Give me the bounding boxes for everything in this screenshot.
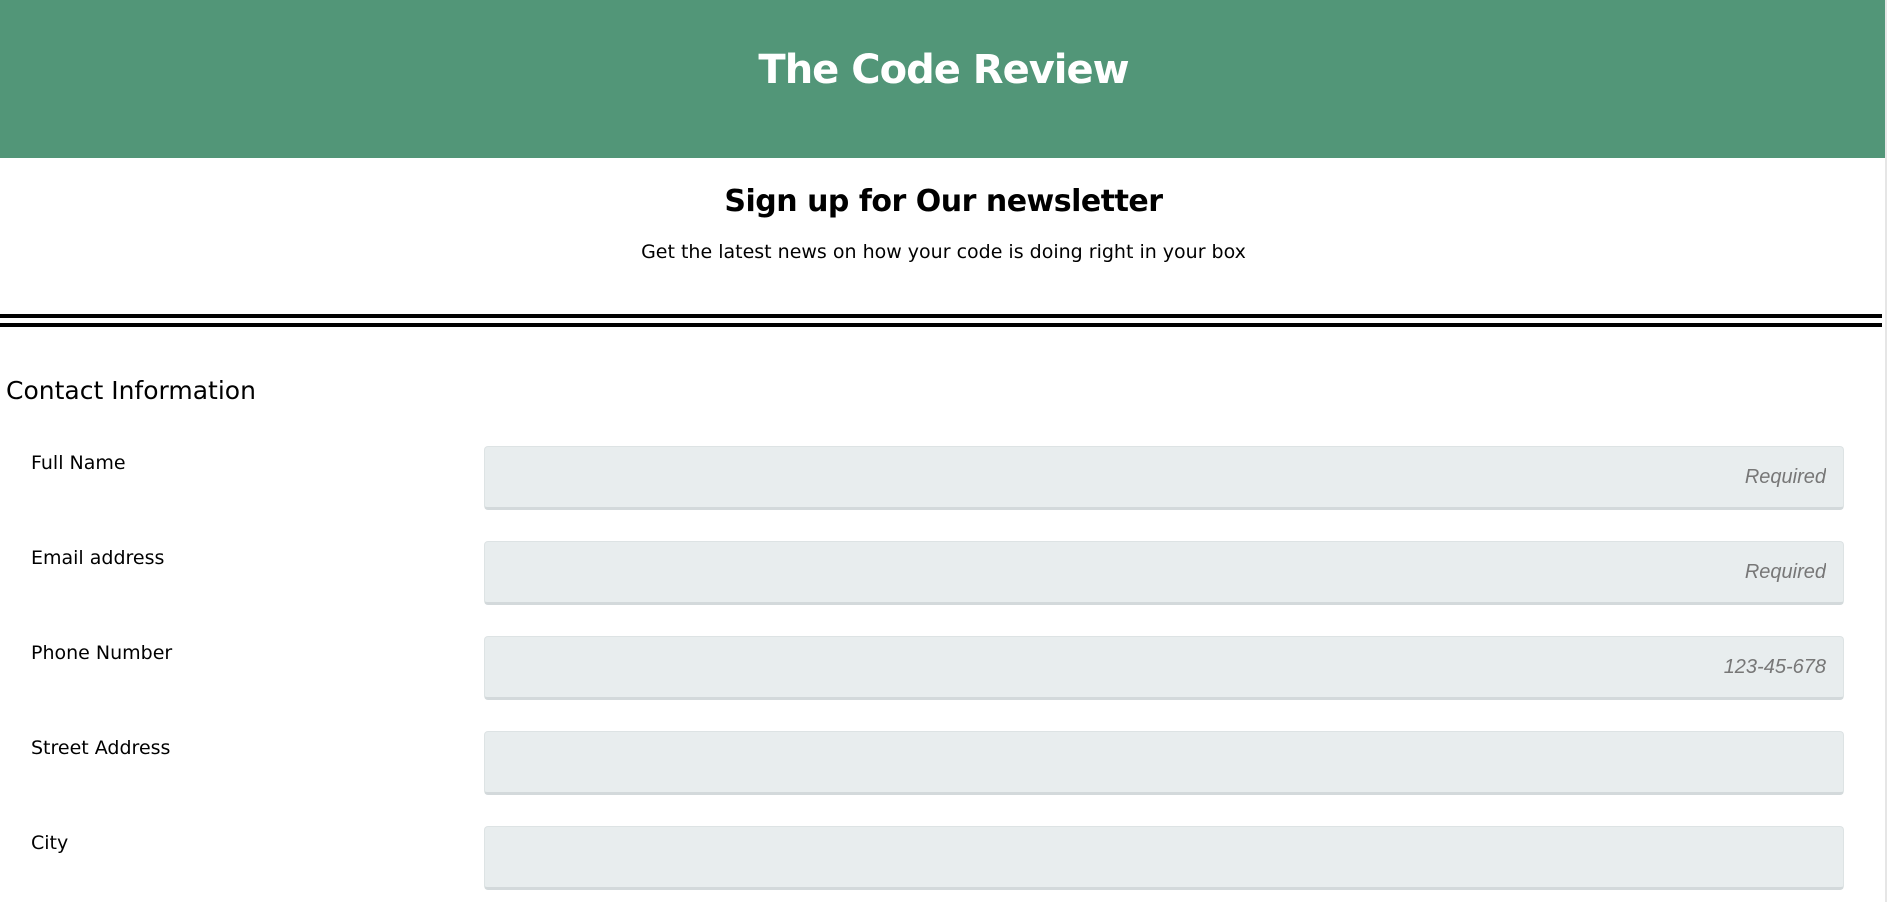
email-row: Email address	[0, 541, 1887, 605]
phone-row: Phone Number	[0, 636, 1887, 700]
street-address-row: Street Address	[0, 731, 1887, 795]
street-address-label: Street Address	[31, 737, 171, 759]
city-row: City	[0, 826, 1887, 890]
street-address-input[interactable]	[484, 731, 1844, 795]
phone-label: Phone Number	[31, 642, 173, 664]
newsletter-subtitle: Get the latest news on how your code is …	[641, 241, 1246, 263]
email-input[interactable]	[484, 541, 1844, 605]
city-input[interactable]	[484, 826, 1844, 890]
phone-input[interactable]	[484, 636, 1844, 700]
double-divider	[0, 314, 1882, 327]
city-label: City	[31, 832, 69, 854]
page: The Code Review Sign up for Our newslett…	[0, 0, 1887, 902]
site-header: The Code Review	[0, 0, 1887, 158]
email-label: Email address	[31, 547, 165, 569]
full-name-row: Full Name	[0, 446, 1887, 510]
full-name-label: Full Name	[31, 452, 126, 474]
site-title: The Code Review	[758, 47, 1129, 93]
section-title: Contact Information	[6, 376, 256, 405]
newsletter-heading: Sign up for Our newsletter	[724, 184, 1163, 219]
newsletter-intro: Sign up for Our newsletter Get the lates…	[0, 158, 1887, 263]
full-name-input[interactable]	[484, 446, 1844, 510]
